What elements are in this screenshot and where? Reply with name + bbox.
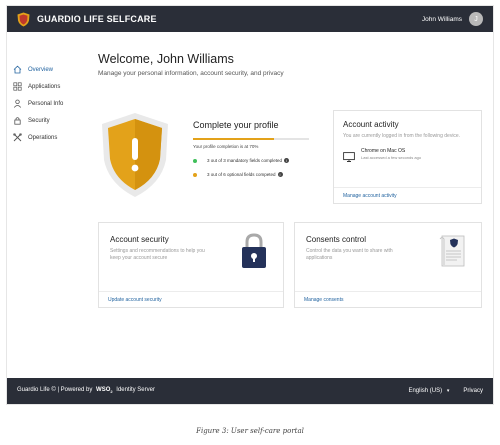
sidebar-item-overview[interactable]: Overview <box>13 61 93 78</box>
sidebar-item-label: Security <box>28 117 50 124</box>
device-last-access: Last accessed a few seconds ago <box>361 155 422 160</box>
info-icon[interactable]: i <box>277 172 283 177</box>
sidebar-item-label: Personal Info <box>28 100 64 107</box>
card-description: Settings and recommendations to help you… <box>110 248 205 261</box>
vendor-name: WSO <box>96 387 111 394</box>
sidebar-item-label: Operations <box>28 134 58 141</box>
card-description: Control the data you want to share with … <box>306 248 393 261</box>
manage-account-activity-link[interactable]: Manage account activity <box>334 187 481 203</box>
privacy-link[interactable]: Privacy <box>463 388 483 394</box>
padlock-icon <box>241 233 267 274</box>
sidebar-item-applications[interactable]: Applications <box>13 78 93 95</box>
device-row: Chrome on Mac OS Last accessed a few sec… <box>343 148 472 162</box>
optional-fields-text: 3 out of 6 optional fields competed <box>207 172 276 177</box>
footer-links: English (US) ▾ Privacy <box>408 388 483 394</box>
profile-completion: Complete your profile Your profile compl… <box>193 120 318 177</box>
language-label: English (US) <box>408 388 443 394</box>
footer-prefix: Guardio Life © | Powered by <box>17 387 93 394</box>
sidebar-item-security[interactable]: Security <box>13 112 93 129</box>
sidebar-item-operations[interactable]: Operations <box>13 129 93 146</box>
sidebar-item-label: Applications <box>28 83 61 90</box>
profile-title: Complete your profile <box>193 120 279 130</box>
app-title: GUARDIO LIFE SELFCARE <box>37 14 157 24</box>
home-icon <box>13 65 22 74</box>
figure-caption: Figure 3: User self-care portal <box>196 427 304 435</box>
green-dot-icon <box>193 158 197 163</box>
card-title: Account activity <box>343 120 399 129</box>
consent-document-icon <box>437 233 467 274</box>
info-icon[interactable]: i <box>284 158 290 163</box>
page-subtitle: Manage your personal information, accoun… <box>98 70 284 77</box>
top-bar: GUARDIO LIFE SELFCARE John Williams J <box>7 6 493 32</box>
shield-icon <box>98 110 173 200</box>
account-security-card: Account security Settings and recommenda… <box>98 222 284 308</box>
user-name[interactable]: John Williams <box>422 16 462 23</box>
main-content: Welcome, John Williams Manage your perso… <box>98 52 488 308</box>
mandatory-fields-text: 3 out of 3 mandatory fields completed <box>207 158 283 163</box>
account-activity-card: Account activity You are currently logge… <box>333 110 482 204</box>
update-account-security-link[interactable]: Update account security <box>99 291 283 307</box>
mandatory-fields-status: 3 out of 3 mandatory fields completed i <box>193 158 318 163</box>
profile-progress-fill <box>193 138 275 140</box>
page-title: Welcome, John Williams <box>98 52 234 66</box>
guardio-logo-icon[interactable] <box>17 12 30 27</box>
user-menu[interactable]: John Williams J <box>422 12 483 26</box>
avatar[interactable]: J <box>469 12 483 26</box>
profile-progress-bar <box>193 138 309 140</box>
lock-icon <box>13 116 22 125</box>
vendor-subscript: 2 <box>110 389 113 395</box>
product-name: Identity Server <box>116 387 155 394</box>
card-description: You are currently logged in from the fol… <box>343 133 461 139</box>
orange-dot-icon <box>193 172 197 177</box>
user-icon <box>13 99 22 108</box>
monitor-icon <box>343 149 355 162</box>
tools-icon <box>13 133 22 142</box>
portal-window: GUARDIO LIFE SELFCARE John Williams J Ov… <box>6 5 494 405</box>
consents-control-card: Consents control Control the data you wa… <box>294 222 482 308</box>
profile-progress-note: Your profile completion is at 70% <box>193 144 259 149</box>
footer: Guardio Life © | Powered by WSO2 Identit… <box>7 378 493 404</box>
device-name: Chrome on Mac OS <box>361 148 406 154</box>
language-selector[interactable]: English (US) ▾ <box>408 388 449 394</box>
grid-icon <box>13 82 22 91</box>
caret-down-icon: ▾ <box>446 388 450 394</box>
sidebar-item-label: Overview <box>28 66 54 73</box>
manage-consents-link[interactable]: Manage consents <box>295 291 481 307</box>
optional-fields-status: 3 out of 6 optional fields competed i <box>193 172 318 177</box>
vendor-logo[interactable]: WSO2 <box>96 387 113 395</box>
sidebar-item-personal-info[interactable]: Personal Info <box>13 95 93 112</box>
footer-copyright: Guardio Life © | Powered by WSO2 Identit… <box>17 387 155 394</box>
sidebar: Overview Applications Personal Info Secu… <box>13 61 93 146</box>
